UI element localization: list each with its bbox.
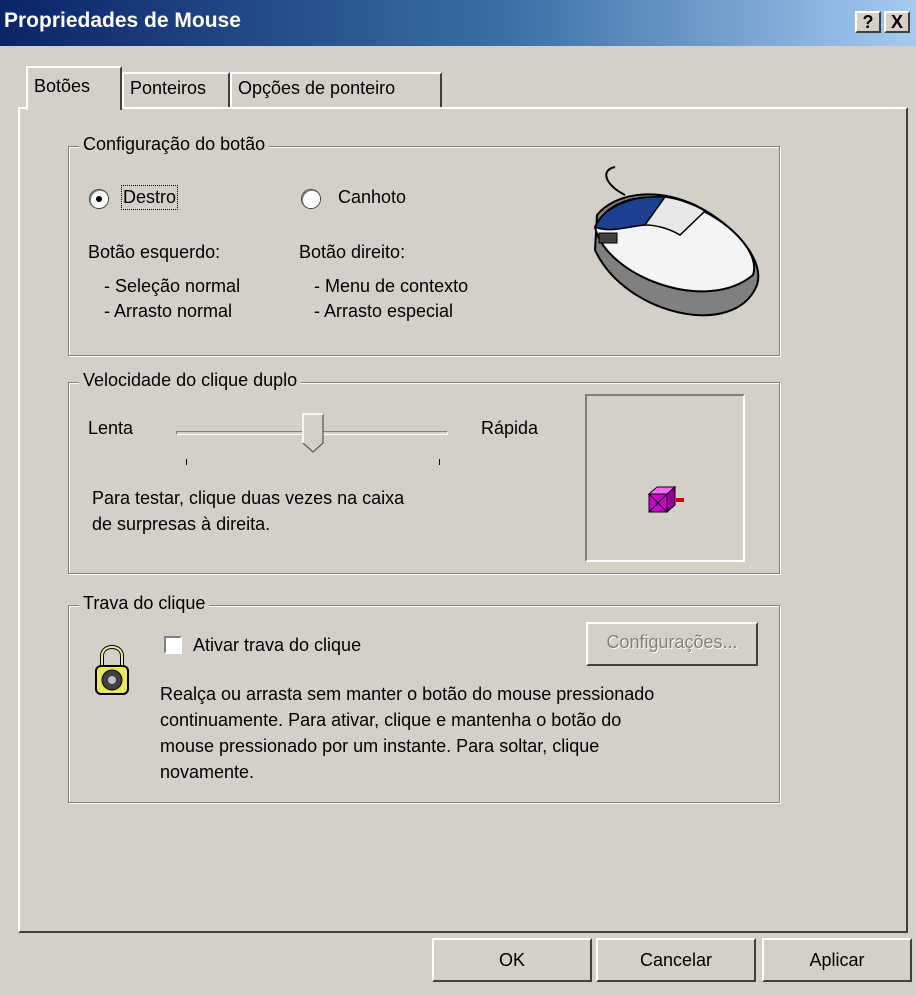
right-button-title: Botão direito:: [299, 242, 406, 262]
apply-button[interactable]: Aplicar: [762, 938, 912, 982]
double-click-legend: Velocidade do clique duplo: [79, 370, 302, 391]
right-handed-radio[interactable]: [90, 190, 108, 208]
jack-in-box-icon[interactable]: [645, 484, 689, 516]
slow-label: Lenta: [88, 418, 134, 438]
tab-label: Botões: [34, 76, 91, 96]
left-handed-label[interactable]: Canhoto: [338, 187, 406, 208]
radio-dot: [96, 196, 102, 202]
click-lock-legend: Trava do clique: [79, 593, 210, 614]
click-lock-description: continuamente. Para ativar, clique e man…: [160, 710, 622, 730]
tab-label: Ponteiros: [130, 78, 207, 98]
tab-opcoes-de-ponteiro[interactable]: Opções de ponteiro: [230, 72, 442, 108]
slider-tick: [186, 459, 187, 465]
title-bar: Propriedades de Mouse ? X: [0, 0, 916, 46]
tab-ponteiros[interactable]: Ponteiros: [122, 72, 230, 108]
button-config-legend: Configuração do botão: [79, 134, 270, 155]
close-button[interactable]: X: [884, 11, 910, 33]
window-title: Propriedades de Mouse: [4, 9, 241, 32]
fast-label: Rápida: [481, 418, 539, 438]
mouse-icon: [593, 166, 760, 317]
tab-label: Opções de ponteiro: [238, 78, 396, 98]
help-button[interactable]: ?: [855, 11, 881, 33]
click-lock-description: novamente.: [160, 762, 255, 782]
left-handed-radio[interactable]: [302, 190, 320, 208]
right-handed-label[interactable]: Destro: [120, 185, 179, 210]
left-button-title: Botão esquerdo:: [88, 242, 221, 262]
padlock-icon: [95, 645, 129, 695]
settings-button[interactable]: Configurações...: [586, 622, 758, 666]
right-button-item: - Menu de contexto: [314, 276, 469, 296]
test-area[interactable]: [585, 394, 745, 562]
right-button-item: - Arrasto especial: [314, 301, 454, 321]
click-lock-description: Realça ou arrasta sem manter o botão do …: [160, 684, 655, 704]
click-lock-description: mouse pressionado por um instante. Para …: [160, 736, 600, 756]
click-lock-label[interactable]: Ativar trava do clique: [193, 635, 361, 656]
tab-botoes[interactable]: Botões: [26, 66, 122, 110]
test-instructions: Para testar, clique duas vezes na caixa: [92, 488, 405, 508]
left-button-item: - Seleção normal: [104, 276, 241, 296]
speed-slider-thumb[interactable]: [302, 413, 324, 453]
test-instructions: de surpresas à direita.: [92, 514, 271, 534]
left-button-item: - Arrasto normal: [104, 301, 233, 321]
cancel-button[interactable]: Cancelar: [596, 938, 756, 982]
slider-tick: [439, 459, 440, 465]
click-lock-checkbox[interactable]: [164, 636, 182, 654]
ok-button[interactable]: OK: [432, 938, 592, 982]
